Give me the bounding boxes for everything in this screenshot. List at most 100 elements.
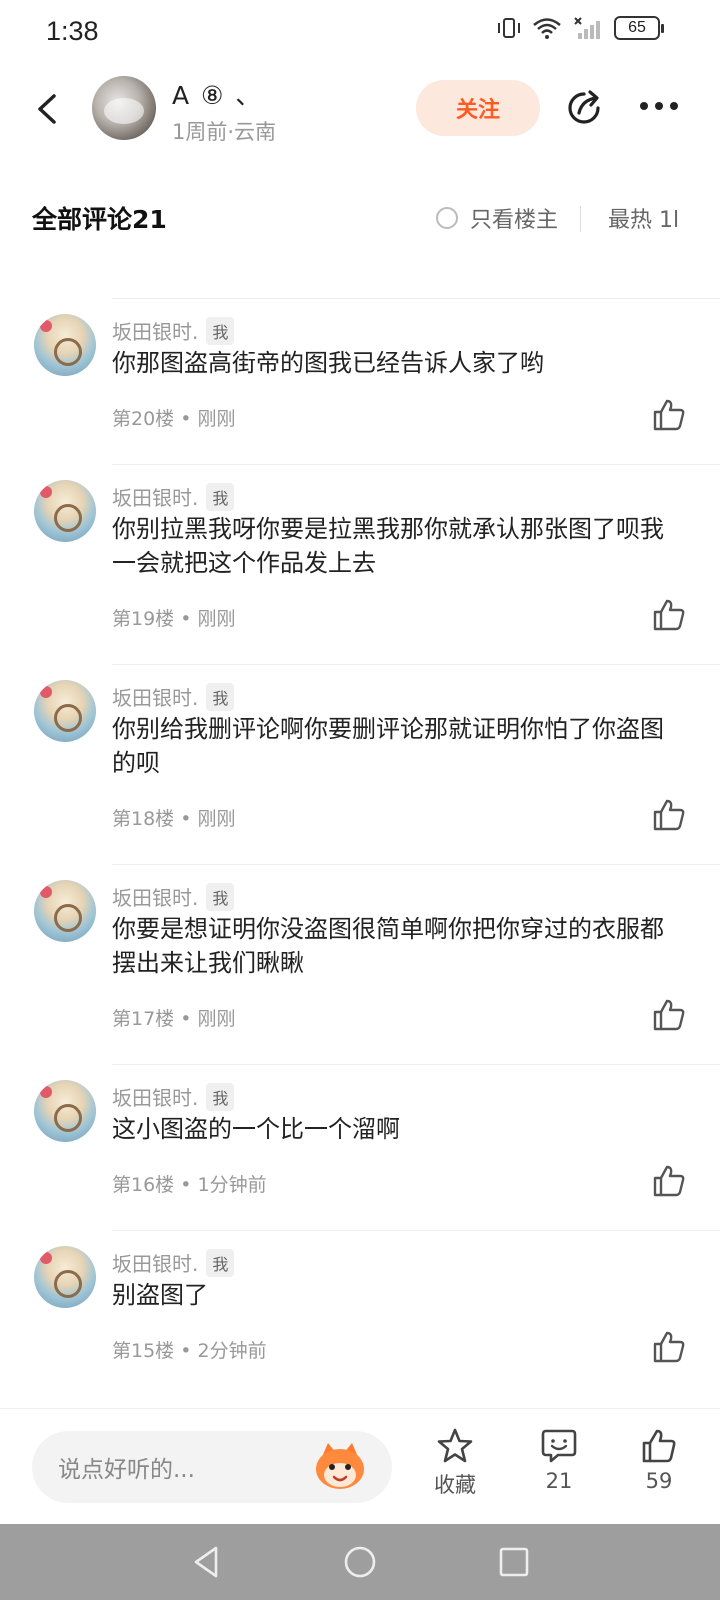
thumbs-up-icon[interactable] — [652, 998, 686, 1032]
comments-title: 全部评论21 — [32, 205, 167, 234]
divider — [112, 864, 720, 865]
comment-meta: 第18楼 • 刚刚 — [112, 804, 236, 831]
me-badge: 我 — [206, 882, 235, 911]
divider — [112, 298, 720, 299]
meta-separator: • — [174, 408, 198, 430]
commenter-name[interactable]: 坂田银时. — [112, 682, 198, 711]
divider — [580, 206, 581, 232]
author-meta: 1周前·云南 — [172, 120, 277, 144]
status-icons: 65 — [496, 16, 664, 40]
comment-input-placeholder[interactable]: 说点好听的... — [58, 1450, 195, 1484]
divider — [112, 1064, 720, 1065]
bottom-action-bar: 说点好听的... 收藏 21 59 — [0, 1408, 720, 1524]
comment-time: 1分钟前 — [197, 1174, 267, 1196]
thumbs-up-icon[interactable] — [652, 1330, 686, 1364]
commenter-avatar[interactable] — [34, 1080, 96, 1142]
thumbs-up-icon[interactable] — [652, 1164, 686, 1198]
op-only-toggle[interactable]: 只看楼主 — [436, 202, 558, 234]
comment-meta: 第19楼 • 刚刚 — [112, 604, 236, 631]
me-badge: 我 — [206, 482, 235, 511]
system-nav-bar — [0, 1524, 720, 1600]
commenter-name-row: 坂田银时. 我 — [112, 482, 235, 511]
thumbs-up-icon[interactable] — [652, 398, 686, 432]
comment-time: 刚刚 — [197, 1008, 236, 1030]
meta-separator: • — [174, 1340, 198, 1362]
thumbs-up-icon[interactable] — [652, 598, 686, 632]
comment-button[interactable]: 21 — [524, 1427, 594, 1493]
comment-meta: 第15楼 • 2分钟前 — [112, 1336, 267, 1363]
author-avatar[interactable] — [92, 76, 156, 140]
comment-time: 刚刚 — [197, 808, 236, 830]
nav-recents-icon[interactable] — [496, 1544, 532, 1580]
commenter-name-row: 坂田银时. 我 — [112, 1082, 235, 1111]
comment-time: 刚刚 — [197, 408, 236, 430]
nav-back-icon[interactable] — [188, 1544, 224, 1580]
divider — [112, 464, 720, 465]
commenter-name[interactable]: 坂田银时. — [112, 316, 198, 345]
commenter-name[interactable]: 坂田银时. — [112, 482, 198, 511]
commenter-name[interactable]: 坂田银时. — [112, 1082, 198, 1111]
signal-icon — [574, 17, 600, 39]
meta-separator: • — [174, 808, 198, 830]
commenter-avatar[interactable] — [34, 680, 96, 742]
comment-text[interactable]: 这小图盗的一个比一个溜啊 — [112, 1112, 672, 1146]
commenter-avatar[interactable] — [34, 1246, 96, 1308]
op-only-label[interactable]: 只看楼主 — [470, 202, 558, 234]
star-icon[interactable] — [436, 1427, 474, 1465]
comment-item[interactable]: 坂田银时. 我你别拉黑我呀你要是拉黑我那你就承认那张图了呗我一会就把这个作品发上去… — [0, 464, 720, 664]
comment-floor: 第17楼 — [112, 1008, 175, 1030]
comment-time: 刚刚 — [197, 608, 236, 630]
comment-list: 坂田银时. 我你那图盗高街帝的图我已经告诉人家了哟 第20楼 • 刚刚 坂田银时. 我你… — [0, 298, 720, 1396]
thumbs-up-icon[interactable] — [640, 1427, 678, 1465]
comment-item[interactable]: 坂田银时. 我你要是想证明你没盗图很简单啊你把你穿过的衣服都摆出来让我们瞅瞅第17… — [0, 864, 720, 1064]
commenter-avatar[interactable] — [34, 880, 96, 942]
commenter-name-row: 坂田银时. 我 — [112, 316, 235, 345]
comment-text[interactable]: 你别拉黑我呀你要是拉黑我那你就承认那张图了呗我一会就把这个作品发上去 — [112, 512, 672, 580]
thumbs-up-icon[interactable] — [652, 798, 686, 832]
comment-text[interactable]: 你那图盗高街帝的图我已经告诉人家了哟 — [112, 346, 672, 380]
me-badge: 我 — [206, 1248, 235, 1277]
comment-time: 2分钟前 — [197, 1340, 267, 1362]
battery-indicator: 65 — [614, 16, 664, 40]
comment-text[interactable]: 你别给我删评论啊你要删评论那就证明你怕了你盗图的呗 — [112, 712, 672, 780]
author-name[interactable]: A ⑧ 、 — [172, 76, 262, 112]
emoji-mascot-icon[interactable] — [310, 1435, 370, 1495]
meta-separator: • — [174, 1008, 198, 1030]
back-arrow-icon[interactable] — [28, 84, 68, 134]
commenter-avatar[interactable] — [34, 480, 96, 542]
commenter-name-row: 坂田银时. 我 — [112, 1248, 235, 1277]
status-time: 1:38 — [46, 16, 99, 46]
sort-selector[interactable]: 最热 1l — [608, 202, 688, 234]
comment-item[interactable]: 坂田银时. 我你别给我删评论啊你要删评论那就证明你怕了你盗图的呗第18楼 • 刚刚 — [0, 664, 720, 864]
like-count[interactable]: 59 — [624, 1469, 694, 1493]
comment-text[interactable]: 你要是想证明你没盗图很简单啊你把你穿过的衣服都摆出来让我们瞅瞅 — [112, 912, 672, 980]
favorite-label[interactable]: 收藏 — [420, 1469, 490, 1499]
vibrate-icon — [498, 18, 520, 38]
like-button[interactable]: 59 — [624, 1427, 694, 1493]
follow-button[interactable]: 关注 — [416, 80, 540, 136]
comment-item[interactable]: 坂田银时. 我你那图盗高街帝的图我已经告诉人家了哟第20楼 • 刚刚 — [0, 298, 720, 464]
comment-meta: 第16楼 • 1分钟前 — [112, 1170, 267, 1197]
wifi-icon — [533, 18, 561, 39]
radio-icon[interactable] — [436, 207, 458, 229]
comment-count[interactable]: 21 — [524, 1469, 594, 1493]
post-header: A ⑧ 、 1周前·云南 关注 — [0, 64, 720, 164]
comment-item[interactable]: 坂田银时. 我别盗图了第15楼 • 2分钟前 — [0, 1230, 720, 1396]
comment-floor: 第20楼 — [112, 408, 175, 430]
comment-meta: 第20楼 • 刚刚 — [112, 404, 236, 431]
comment-floor: 第19楼 — [112, 608, 175, 630]
comment-item[interactable]: 坂田银时. 我这小图盗的一个比一个溜啊第16楼 • 1分钟前 — [0, 1064, 720, 1230]
more-icon[interactable] — [640, 94, 688, 118]
comments-header: 全部评论21 只看楼主 最热 1l — [0, 190, 720, 246]
me-badge: 我 — [206, 682, 235, 711]
comment-floor: 第15楼 — [112, 1340, 175, 1362]
comment-floor: 第16楼 — [112, 1174, 175, 1196]
favorite-button[interactable]: 收藏 — [420, 1427, 490, 1499]
commenter-avatar[interactable] — [34, 314, 96, 376]
commenter-name[interactable]: 坂田银时. — [112, 882, 198, 911]
comment-bubble-icon[interactable] — [540, 1427, 578, 1465]
comment-text[interactable]: 别盗图了 — [112, 1278, 672, 1312]
commenter-name[interactable]: 坂田银时. — [112, 1248, 198, 1277]
share-icon[interactable] — [562, 86, 606, 130]
nav-home-icon[interactable] — [342, 1544, 378, 1580]
